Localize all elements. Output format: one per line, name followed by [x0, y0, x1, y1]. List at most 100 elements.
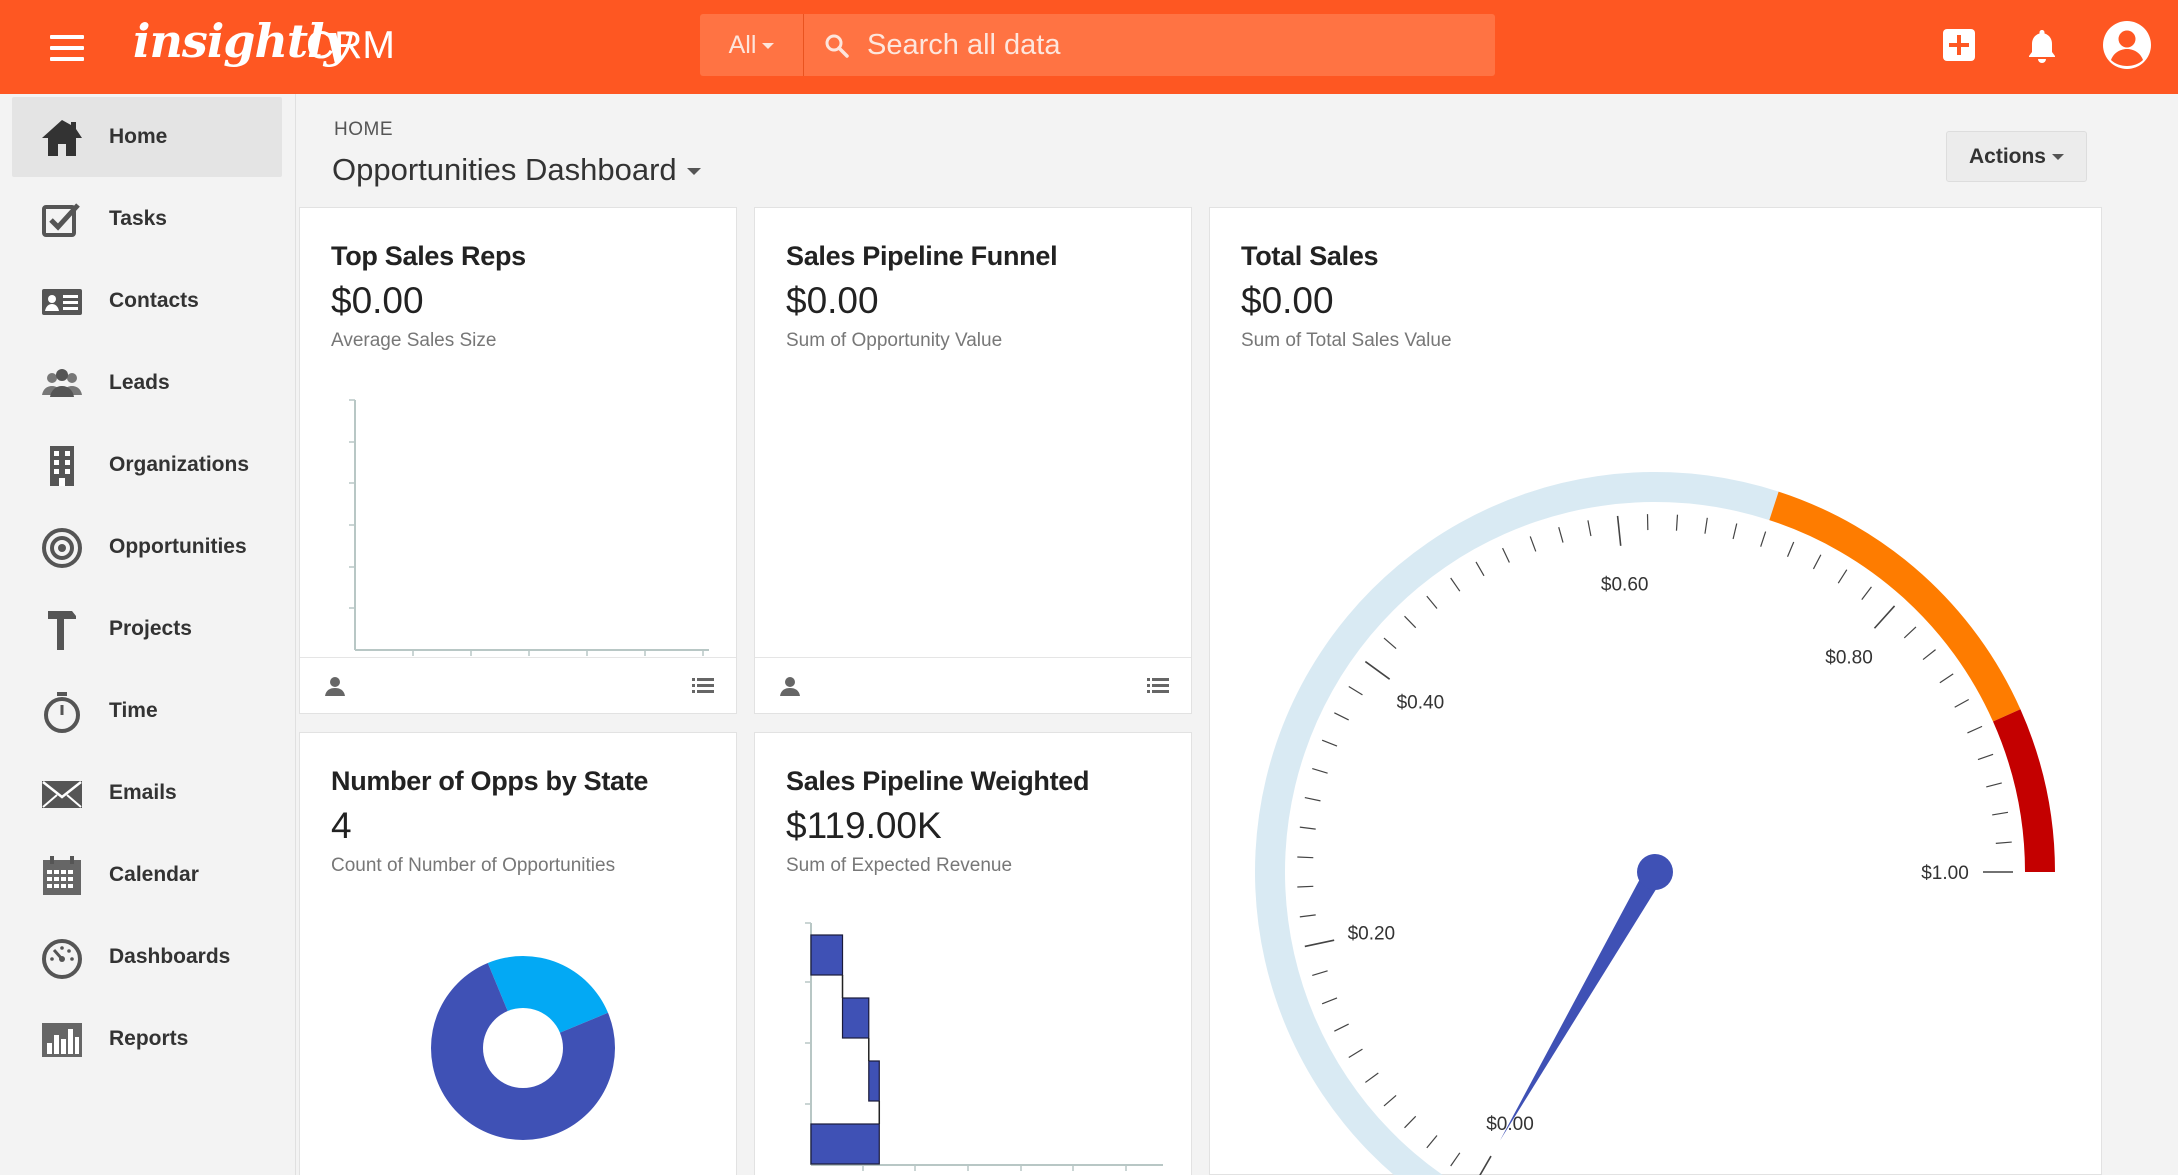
search-bar: All: [700, 14, 1495, 76]
sales-pipeline-weighted-chart: [805, 922, 1163, 1171]
gauge-tick: [1321, 997, 1338, 1005]
card-subtitle: Sum of Opportunity Value: [786, 330, 1003, 351]
gauge-tick-label: $1.00: [1921, 863, 1969, 884]
chevron-down-icon: [686, 168, 701, 176]
add-icon[interactable]: [1942, 28, 1976, 62]
gauge-tick: [1299, 914, 1316, 918]
gauge-tick: [1837, 569, 1848, 584]
user-icon[interactable]: [323, 675, 347, 697]
actions-button[interactable]: Actions: [1946, 131, 2087, 182]
search-scope-dropdown[interactable]: All: [700, 14, 804, 76]
card-sales-pipeline-funnel: Sales Pipeline Funnel $0.00 Sum of Oppor…: [754, 207, 1192, 714]
gauge-bands: [1255, 472, 2055, 1175]
sidebar-item-organizations[interactable]: Organizations: [12, 425, 282, 505]
gauge-tick: [1304, 939, 1335, 948]
card-footer: [755, 657, 1191, 713]
gauge-tick: [1475, 561, 1485, 577]
gauge-tick: [1383, 637, 1397, 649]
gauge-tick: [1954, 699, 1970, 708]
home-icon: [42, 120, 82, 156]
tasks-icon: [42, 203, 80, 237]
list-icon[interactable]: [1146, 675, 1170, 697]
waterfall-bar[interactable]: [810, 934, 844, 976]
gauge-tick: [1404, 1115, 1417, 1129]
sidebar-item-leads[interactable]: Leads: [12, 343, 282, 423]
list-icon[interactable]: [691, 675, 715, 697]
gauge-tick: [1348, 686, 1363, 696]
leads-icon: [42, 369, 82, 397]
stopwatch-icon: [44, 692, 80, 733]
sidebar-item-tasks[interactable]: Tasks: [12, 179, 282, 259]
card-footer: [300, 657, 736, 713]
sidebar-item-dashboards[interactable]: Dashboards: [12, 917, 282, 997]
sidebar-item-reports[interactable]: Reports: [12, 999, 282, 1079]
breadcrumb[interactable]: HOME: [334, 119, 393, 141]
gauge-tick: [1616, 515, 1622, 546]
gauge-tick: [1992, 811, 2009, 816]
donut-hole: [483, 1008, 563, 1088]
gauge-tick: [1304, 796, 1321, 802]
card-total-sales: Total Sales $0.00 Sum of Total Sales Val…: [1209, 207, 2102, 1175]
sidebar-item-home[interactable]: Home: [12, 97, 282, 177]
sidebar-item-label: Opportunities: [109, 535, 247, 558]
gauge-band-2: [1993, 709, 2055, 872]
search-input[interactable]: [867, 14, 1467, 76]
user-avatar-icon[interactable]: [2102, 20, 2152, 70]
gauge-tick: [1812, 554, 1822, 570]
total-sales-gauge: $0.00 $0.20 $0.40 $0.60 $0.80 $1.00: [1255, 472, 2055, 1175]
gauge-tick: [1334, 1023, 1349, 1032]
chevron-down-icon: [762, 43, 775, 50]
sidebar-item-time[interactable]: Time: [12, 671, 282, 751]
gauge-tick: [1450, 577, 1461, 592]
gauge-needle: [1500, 854, 1673, 1141]
gauge-tick: [1967, 725, 1983, 734]
sidebar-item-label: Calendar: [109, 863, 199, 886]
notifications-bell-icon[interactable]: [2026, 28, 2058, 64]
gauge-tick: [1297, 856, 1314, 859]
sidebar-item-contacts[interactable]: Contacts: [12, 261, 282, 341]
card-value: $0.00: [331, 280, 424, 321]
gauge-needle-pointer: [1500, 867, 1664, 1141]
gauge-tick: [1922, 649, 1936, 661]
sidebar-item-label: Home: [109, 125, 168, 148]
page-title-dropdown[interactable]: Opportunities Dashboard: [332, 152, 701, 188]
gauge-tick: [1861, 586, 1872, 600]
reports-icon: [42, 1023, 82, 1057]
user-icon[interactable]: [778, 675, 802, 697]
gauge-tick: [1704, 517, 1708, 534]
menu-icon[interactable]: [50, 35, 84, 61]
gauge-tick: [1334, 712, 1349, 721]
sidebar-item-opportunities[interactable]: Opportunities: [12, 507, 282, 587]
sidebar-item-calendar[interactable]: Calendar: [12, 835, 282, 915]
axis-ticks: [349, 399, 704, 656]
gauge-tick: [1977, 753, 1994, 761]
gauge-tick: [1364, 660, 1391, 680]
calendar-icon: [43, 856, 81, 895]
sidebar-item-label: Tasks: [109, 207, 167, 230]
top-sales-reps-chart: [349, 399, 709, 656]
gauge-tick-label: $0.60: [1601, 575, 1649, 596]
sidebar-item-emails[interactable]: Emails: [12, 753, 282, 833]
gauge-tick: [1995, 841, 2012, 844]
waterfall-bar[interactable]: [868, 1060, 880, 1102]
waterfall-bar[interactable]: [841, 997, 870, 1039]
gauge-tick-label: $0.80: [1825, 647, 1873, 668]
sidebar-item-label: Leads: [109, 371, 170, 394]
card-title: Sales Pipeline Funnel: [786, 241, 1058, 271]
search-scope-label: All: [728, 31, 757, 59]
waterfall-bar[interactable]: [810, 1123, 880, 1165]
sidebar-item-label: Organizations: [109, 453, 250, 476]
opps-by-state-donut: [431, 956, 615, 1140]
product-name: CRM: [306, 24, 395, 67]
card-subtitle: Average Sales Size: [331, 330, 497, 351]
sidebar-item-projects[interactable]: Projects: [12, 589, 282, 669]
card-value: $0.00: [786, 280, 879, 321]
gauge-tick: [1939, 673, 1954, 684]
sidebar-item-label: Reports: [109, 1027, 189, 1050]
gauge-tick: [1502, 547, 1510, 563]
gauge-tick: [1873, 605, 1896, 629]
sidebar-item-label: Contacts: [109, 289, 199, 312]
sidebar-item-label: Time: [109, 699, 158, 722]
gauge-tick: [1312, 970, 1328, 977]
gauge-tick: [1450, 1152, 1461, 1167]
